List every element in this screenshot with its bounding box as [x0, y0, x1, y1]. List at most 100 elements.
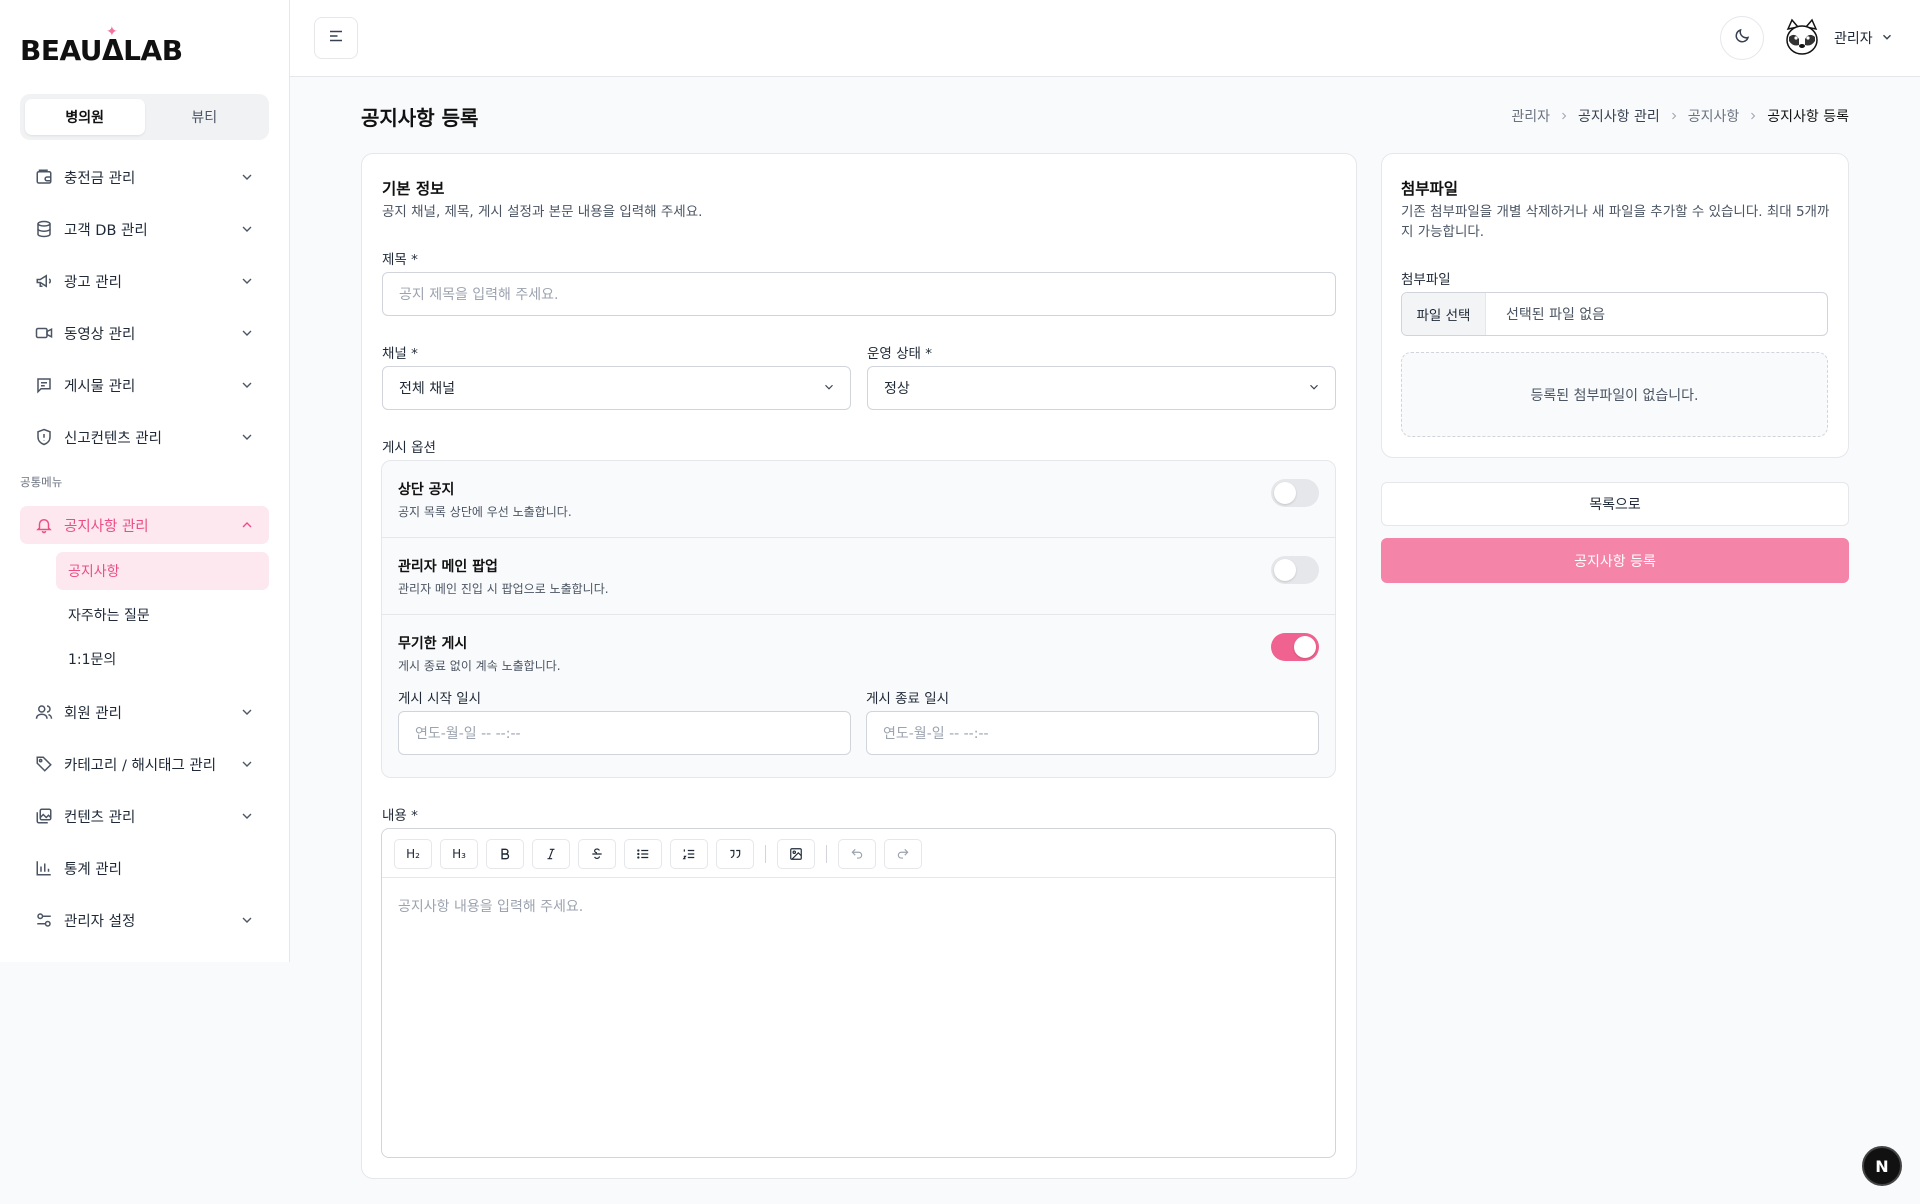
strike-button[interactable]	[578, 839, 616, 869]
redo-icon	[897, 848, 909, 859]
ordered-list-icon	[682, 849, 695, 860]
top-notice-toggle[interactable]	[1271, 479, 1319, 507]
sidebar: BEAUΔLAB ✦ 병의원 뷰티 충전금 관리 고객 DB 관리 광고 관리 …	[0, 0, 290, 962]
chevron-down-icon	[237, 323, 257, 343]
attachments-title: 첨부파일	[1401, 180, 1459, 198]
choose-file-button[interactable]: 파일 선택	[1402, 293, 1486, 335]
subject-input[interactable]: 공지 제목을 입력해 주세요.	[382, 272, 1336, 316]
start-date-input[interactable]: 연도-월-일 -- --:--	[398, 711, 851, 755]
unlimited-toggle[interactable]	[1271, 633, 1319, 661]
tag-icon	[32, 752, 56, 776]
sidebar-item-contents[interactable]: 컨텐츠 관리	[20, 797, 269, 835]
sidebar-item-category-hashtag[interactable]: 카테고리 / 해시태그 관리	[20, 745, 269, 783]
attachments-empty-state: 등록된 첨부파일이 없습니다.	[1401, 352, 1828, 437]
menu-toggle-button[interactable]	[314, 17, 358, 59]
theme-toggle-button[interactable]	[1720, 16, 1764, 60]
chevron-down-icon[interactable]	[1880, 30, 1894, 48]
ordered-list-button[interactable]	[670, 839, 708, 869]
editor-toolbar: H₂ H₃	[382, 829, 1335, 878]
sidebar-item-label: 광고 관리	[64, 274, 122, 291]
sidebar-item-video[interactable]: 동영상 관리	[20, 314, 269, 352]
brand-logo[interactable]: BEAUΔLAB ✦	[20, 24, 183, 70]
hospital-beauty-segment: 병의원 뷰티	[20, 94, 269, 140]
toggle-knob	[1274, 482, 1296, 504]
toolbar-divider	[826, 845, 827, 863]
megaphone-icon	[32, 269, 56, 293]
sidebar-item-customer-db[interactable]: 고객 DB 관리	[20, 210, 269, 248]
image-button[interactable]	[777, 839, 815, 869]
sidebar-item-label: 공지사항 관리	[64, 518, 149, 535]
bold-icon	[501, 848, 510, 860]
quote-button[interactable]	[716, 839, 754, 869]
user-avatar[interactable]	[1780, 16, 1824, 60]
sidebar-item-label: 컨텐츠 관리	[64, 809, 136, 826]
sidebar-item-posts[interactable]: 게시물 관리	[20, 366, 269, 404]
heading3-icon: H₃	[452, 847, 466, 861]
video-icon	[32, 321, 56, 345]
image-icon	[790, 848, 802, 860]
sidebar-item-notice-management[interactable]: 공지사항 관리	[20, 506, 269, 544]
sidebar-subitem-notice[interactable]: 공지사항	[56, 552, 269, 590]
user-name[interactable]: 관리자	[1834, 28, 1873, 48]
content-editor-input[interactable]: 공지사항 내용을 입력해 주세요.	[398, 896, 583, 916]
breadcrumb-item[interactable]: 공지사항 관리	[1578, 106, 1660, 126]
sidebar-item-ads[interactable]: 광고 관리	[20, 262, 269, 300]
chevron-right-icon	[1558, 110, 1570, 122]
content-editor: H₂ H₃ 공지사항 내용을 입력해 주세요.	[381, 828, 1336, 1158]
channel-select[interactable]: 전체 채널	[382, 366, 851, 410]
breadcrumb-current: 공지사항 등록	[1767, 109, 1849, 125]
italic-icon	[547, 848, 555, 860]
admin-popup-toggle[interactable]	[1271, 556, 1319, 584]
publish-options: 상단 공지 공지 목록 상단에 우선 노출합니다. 관리자 메인 팝업 관리자 …	[381, 460, 1336, 778]
logo-text: BEAUΔLAB	[20, 33, 183, 67]
italic-button[interactable]	[532, 839, 570, 869]
option-description: 공지 목록 상단에 우선 노출합니다.	[398, 505, 572, 519]
file-name-text: 선택된 파일 없음	[1506, 307, 1606, 323]
status-value: 정상	[884, 381, 910, 397]
heading2-button[interactable]: H₂	[394, 839, 432, 869]
sidebar-item-admin-settings[interactable]: 관리자 설정	[20, 901, 269, 939]
sidebar-item-label: 게시물 관리	[64, 378, 136, 395]
sidebar-item-label: 회원 관리	[64, 705, 122, 722]
segment-hospital[interactable]: 병의원	[25, 99, 145, 135]
status-label: 운영 상태 *	[867, 346, 933, 362]
back-to-list-button[interactable]: 목록으로	[1381, 482, 1849, 526]
heading3-button[interactable]: H₃	[440, 839, 478, 869]
breadcrumb-item[interactable]: 관리자	[1511, 106, 1550, 126]
logo-star-icon: ✦	[106, 24, 118, 40]
submit-notice-button[interactable]: 공지사항 등록	[1381, 538, 1849, 583]
content-label: 내용 *	[382, 808, 418, 824]
end-date-input[interactable]: 연도-월-일 -- --:--	[866, 711, 1319, 755]
undo-button[interactable]	[838, 839, 876, 869]
attachments-description: 기존 첨부파일을 개별 삭제하거나 새 파일을 추가할 수 있습니다. 최대 5…	[1401, 204, 1830, 240]
bullet-list-button[interactable]	[624, 839, 662, 869]
next-dev-badge[interactable]: N	[1862, 1146, 1902, 1186]
bold-button[interactable]	[486, 839, 524, 869]
sidebar-subitem-inquiry[interactable]: 1:1문의	[56, 640, 269, 678]
page-title: 공지사항 등록	[361, 106, 479, 130]
redo-button[interactable]	[884, 839, 922, 869]
database-icon	[32, 217, 56, 241]
sidebar-item-label: 신고컨텐츠 관리	[64, 430, 162, 447]
sidebar-item-statistics[interactable]: 통계 관리	[20, 849, 269, 887]
toolbar-divider	[765, 845, 766, 863]
sidebar-item-members[interactable]: 회원 관리	[20, 693, 269, 731]
start-date-label: 게시 시작 일시	[398, 691, 482, 707]
sidebar-item-charge[interactable]: 충전금 관리	[20, 158, 269, 196]
subject-label: 제목 *	[382, 252, 418, 268]
breadcrumb-item[interactable]: 공지사항	[1688, 106, 1740, 126]
bar-chart-icon	[32, 856, 56, 880]
sidebar-item-label: 관리자 설정	[64, 913, 136, 930]
menu-icon	[327, 27, 345, 49]
sidebar-item-label: 동영상 관리	[64, 326, 136, 343]
sidebar-subitem-faq[interactable]: 자주하는 질문	[56, 596, 269, 634]
segment-beauty[interactable]: 뷰티	[145, 99, 265, 135]
chevron-down-icon	[237, 910, 257, 930]
status-select[interactable]: 정상	[867, 366, 1336, 410]
quote-icon	[730, 849, 741, 859]
chevron-right-icon	[1747, 110, 1759, 122]
option-description: 게시 종료 없이 계속 노출합니다.	[398, 659, 561, 673]
sidebar-section-common: 공통메뉴	[20, 475, 63, 489]
sidebar-item-reports[interactable]: 신고컨텐츠 관리	[20, 418, 269, 456]
post-icon	[32, 373, 56, 397]
